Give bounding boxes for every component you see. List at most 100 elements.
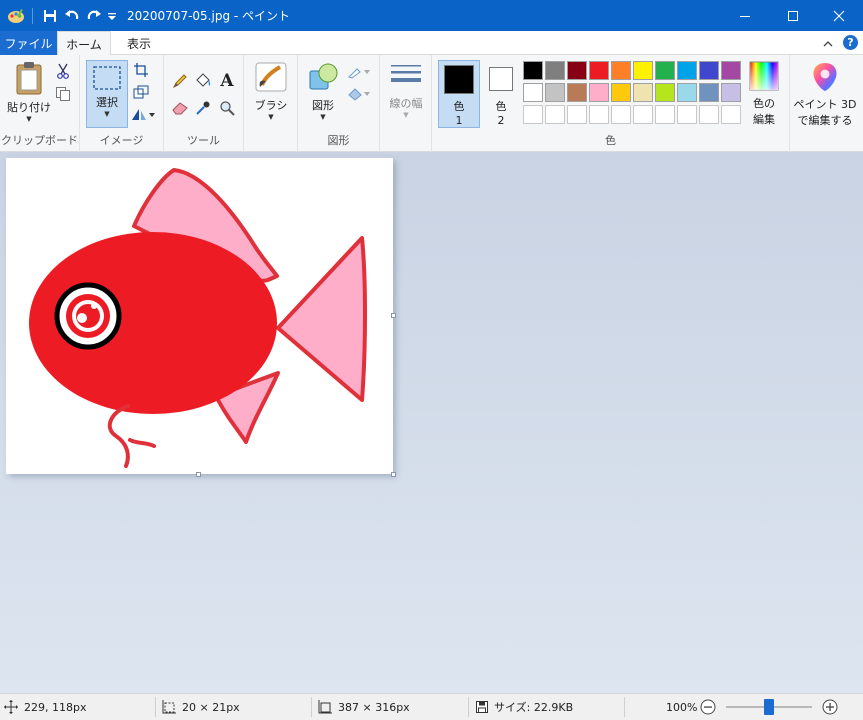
qat-separator bbox=[32, 7, 33, 24]
colors-group: 色の 編集 色 bbox=[432, 55, 790, 152]
shapes-icon bbox=[309, 63, 338, 90]
close-button[interactable] bbox=[816, 0, 862, 31]
color-swatch[interactable] bbox=[523, 61, 543, 80]
tools-group-label: ツール bbox=[187, 134, 220, 147]
color-swatch[interactable] bbox=[567, 83, 587, 102]
tab-view[interactable]: 表示 bbox=[115, 31, 163, 55]
selection-size-text: 20 × 21px bbox=[182, 700, 240, 714]
brushes-group: ブラシ ▼ bbox=[244, 55, 298, 152]
maximize-button[interactable] bbox=[770, 0, 816, 31]
color-swatch[interactable] bbox=[699, 83, 719, 102]
color-swatch[interactable] bbox=[677, 61, 697, 80]
select-label: 選択 bbox=[96, 96, 118, 109]
custom-color-slot[interactable] bbox=[545, 105, 565, 124]
help-icon[interactable]: ? bbox=[843, 35, 858, 50]
color-swatch[interactable] bbox=[611, 83, 631, 102]
outline-icon[interactable] bbox=[346, 63, 372, 81]
ribbon: 貼り付け ▼ クリップボード 選択 ▼ イメージ A ツール ブラシ ▼ 図形 … bbox=[0, 55, 863, 152]
custom-color-slot[interactable] bbox=[677, 105, 697, 124]
image-group-label: イメージ bbox=[99, 134, 144, 147]
brush-icon bbox=[255, 62, 287, 92]
crop-icon[interactable] bbox=[132, 61, 150, 79]
customize-qat-icon[interactable] bbox=[105, 5, 119, 27]
collapse-ribbon-icon[interactable] bbox=[820, 35, 836, 51]
image-dimensions: 387 × 316px bbox=[318, 694, 410, 720]
zoom-percent: 100% bbox=[666, 700, 698, 714]
fill-bucket-icon[interactable] bbox=[194, 72, 212, 90]
color-swatch[interactable] bbox=[655, 61, 675, 80]
canvas-workspace[interactable] bbox=[0, 152, 863, 693]
color-swatch[interactable] bbox=[655, 83, 675, 102]
color-swatch[interactable] bbox=[545, 83, 565, 102]
color-swatch[interactable] bbox=[567, 61, 587, 80]
zoom-in-button[interactable] bbox=[822, 694, 838, 720]
edit-colors-line2: 編集 bbox=[753, 113, 775, 126]
color-swatch[interactable] bbox=[699, 61, 719, 80]
zoom-slider[interactable] bbox=[726, 694, 812, 720]
status-bar: 229, 118px 20 × 21px 387 × 316px サイズ: 22… bbox=[0, 693, 863, 720]
color-swatch[interactable] bbox=[633, 61, 653, 80]
resize-handle-right[interactable] bbox=[391, 313, 396, 318]
tools-group: A ツール bbox=[164, 55, 244, 152]
color-swatch[interactable] bbox=[721, 61, 741, 80]
color-picker-icon[interactable] bbox=[194, 99, 212, 117]
colors-group-label: 色 bbox=[605, 134, 616, 147]
custom-color-slot[interactable] bbox=[633, 105, 653, 124]
status-separator bbox=[624, 697, 625, 717]
color-swatch[interactable] bbox=[545, 61, 565, 80]
custom-color-slot[interactable] bbox=[721, 105, 741, 124]
paste-button[interactable]: 貼り付け ▼ bbox=[6, 61, 52, 123]
zoom-out-button[interactable] bbox=[700, 694, 716, 720]
size-button[interactable]: 線の幅 ▼ bbox=[385, 61, 427, 119]
redo-icon[interactable] bbox=[83, 5, 105, 27]
custom-color-slot[interactable] bbox=[589, 105, 609, 124]
cursor-position-text: 229, 118px bbox=[24, 700, 87, 714]
drawing-canvas[interactable] bbox=[6, 158, 396, 477]
tab-file[interactable]: ファイル bbox=[0, 31, 57, 55]
text-tool-icon[interactable]: A bbox=[218, 71, 236, 91]
resize-icon[interactable] bbox=[132, 83, 150, 101]
color-swatch[interactable] bbox=[677, 83, 697, 102]
edit-colors-button[interactable]: 色の 編集 bbox=[744, 61, 784, 127]
status-separator bbox=[155, 697, 156, 717]
select-button[interactable]: 選択 ▼ bbox=[86, 60, 128, 128]
line-width-icon bbox=[391, 65, 421, 82]
minimize-button[interactable] bbox=[722, 0, 768, 31]
custom-color-slot[interactable] bbox=[611, 105, 631, 124]
size-group: 線の幅 ▼ bbox=[380, 55, 432, 152]
edit-colors-line1: 色の bbox=[753, 97, 775, 110]
pencil-icon[interactable] bbox=[171, 72, 189, 90]
resize-handle-corner[interactable] bbox=[391, 472, 396, 477]
cut-icon[interactable] bbox=[54, 62, 72, 80]
paint3d-line1: ペイント 3D bbox=[793, 98, 857, 111]
custom-color-slot[interactable] bbox=[567, 105, 587, 124]
select-dropdown-icon: ▼ bbox=[104, 110, 110, 118]
save-icon[interactable] bbox=[39, 5, 61, 27]
clipboard-group-label: クリップボード bbox=[1, 134, 78, 147]
image-dimensions-text: 387 × 316px bbox=[338, 700, 410, 714]
color-swatch[interactable] bbox=[589, 61, 609, 80]
rotate-icon[interactable] bbox=[130, 105, 156, 123]
magnifier-icon[interactable] bbox=[218, 99, 236, 117]
custom-color-slot[interactable] bbox=[523, 105, 543, 124]
paint-app-icon[interactable] bbox=[6, 6, 26, 26]
color-swatch[interactable] bbox=[633, 83, 653, 102]
eraser-icon[interactable] bbox=[171, 99, 189, 117]
custom-color-slot[interactable] bbox=[699, 105, 719, 124]
image-size-icon bbox=[318, 700, 332, 714]
shapes-button[interactable]: 図形 ▼ bbox=[304, 61, 342, 121]
custom-color-slot[interactable] bbox=[655, 105, 675, 124]
edit-with-paint3d-button[interactable]: ペイント 3D で編集する bbox=[794, 61, 856, 128]
fill-icon[interactable] bbox=[346, 85, 372, 103]
resize-handle-bottom[interactable] bbox=[196, 472, 201, 477]
color-swatch[interactable] bbox=[523, 83, 543, 102]
undo-icon[interactable] bbox=[61, 5, 83, 27]
copy-icon[interactable] bbox=[54, 85, 72, 103]
color-swatch[interactable] bbox=[721, 83, 741, 102]
zoom-slider-thumb[interactable] bbox=[764, 699, 774, 715]
brushes-button[interactable]: ブラシ ▼ bbox=[250, 61, 292, 121]
color-swatch[interactable] bbox=[611, 61, 631, 80]
tab-home[interactable]: ホーム bbox=[57, 31, 111, 56]
paste-label: 貼り付け bbox=[7, 101, 51, 114]
color-swatch[interactable] bbox=[589, 83, 609, 102]
